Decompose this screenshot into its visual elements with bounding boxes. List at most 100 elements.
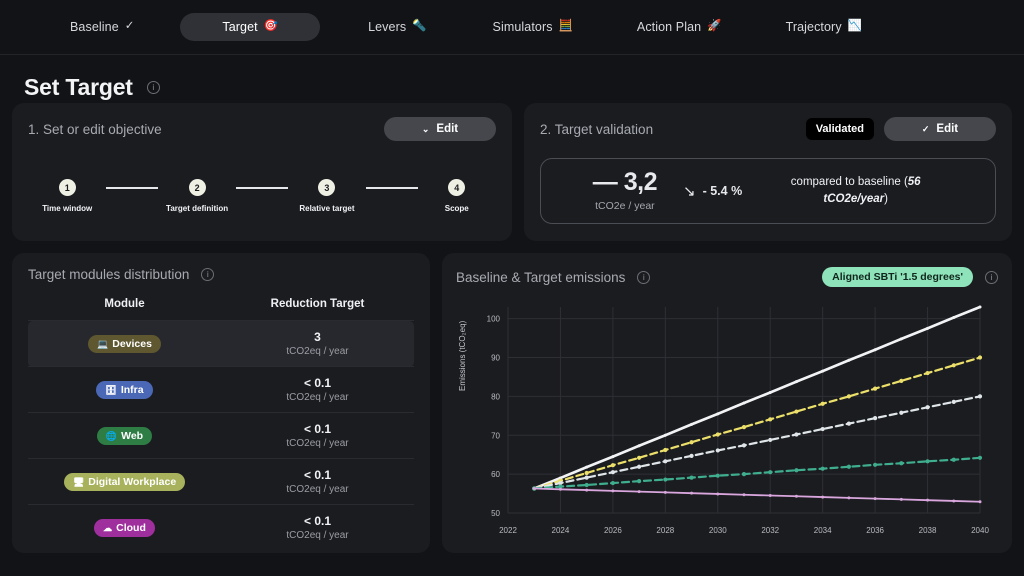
chart-data-point <box>794 468 799 473</box>
table-row[interactable]: 💻 Devices 3 tCO2eq / year <box>28 320 414 367</box>
reduction-cell: < 0.1 tCO2eq / year <box>221 458 414 505</box>
modules-card-header: Target modules distribution i <box>28 267 414 282</box>
table-row[interactable]: 🌐 Web < 0.1 tCO2eq / year <box>28 412 414 459</box>
objective-edit-label: Edit <box>436 123 459 135</box>
page-header: Set Target i <box>0 55 1024 103</box>
chart-data-point <box>584 475 589 480</box>
stepper-step-2-number: 2 <box>188 179 206 196</box>
stepper-step-4[interactable]: 4 Scope <box>418 179 496 213</box>
chart-data-point <box>742 401 746 405</box>
chart-card-title: Baseline & Target emissions <box>456 269 626 285</box>
reduction-unit: tCO2eq / year <box>286 438 349 449</box>
chart-data-point <box>899 410 904 415</box>
modules-table-body: 💻 Devices 3 tCO2eq / year 🗄 Infra < 0.1 … <box>28 320 414 550</box>
reduction-unit: tCO2eq / year <box>286 392 349 403</box>
tab-baseline[interactable]: Baseline ✓ <box>52 13 152 41</box>
stepper-step-1[interactable]: 1 Time window <box>28 179 106 213</box>
chart-data-point <box>637 455 642 460</box>
chart-data-point <box>610 463 615 468</box>
chart-data-point <box>978 500 982 504</box>
bottom-cards-row: Target modules distribution i Module Red… <box>0 253 1024 553</box>
chart-x-tick: 2024 <box>552 526 570 535</box>
stepper-connector <box>366 187 418 189</box>
stepper-connector <box>236 187 288 189</box>
stepper-step-3[interactable]: 3 Relative target <box>288 179 366 213</box>
reduction-cell: < 0.1 tCO2eq / year <box>221 412 414 459</box>
chart-svg: 50 60 70 80 90 100 2022 2024 2026 2028 2030 2032 203… <box>456 295 998 543</box>
chart-data-point <box>952 315 956 319</box>
emissions-chart[interactable]: Emissions (tCO₂eq) 50 60 70 80 90 100 2022 2024… <box>456 295 998 548</box>
chart-data-point <box>899 497 903 501</box>
reduction-cell: < 0.1 tCO2eq / year <box>221 504 414 550</box>
stepper-step-1-label: Time window <box>42 204 93 213</box>
chart-x-tick: 2034 <box>814 526 832 535</box>
module-label: Cloud <box>116 522 146 535</box>
info-icon[interactable]: i <box>637 270 651 284</box>
chart-data-point <box>585 465 589 469</box>
column-header-module: Module <box>104 298 145 310</box>
chart-y-tick: 50 <box>491 509 500 518</box>
chart-data-point <box>899 378 904 383</box>
chart-data-point <box>768 391 772 395</box>
chart-y-tick: 60 <box>491 470 500 479</box>
chart-x-tick: 2032 <box>761 526 779 535</box>
chart-data-point <box>977 455 983 460</box>
chart-data-point <box>715 473 720 478</box>
validation-card-header: 2. Target validation Validated ✓ Edit <box>540 117 996 141</box>
tab-target-label: Target <box>222 20 258 34</box>
chart-data-point <box>846 394 851 399</box>
table-row[interactable]: 🗄 Infra < 0.1 tCO2eq / year <box>28 366 414 413</box>
chart-x-tick: 2028 <box>656 526 674 535</box>
chart-x-tick: 2030 <box>709 526 727 535</box>
stepper-step-3-label: Relative target <box>299 204 355 213</box>
chart-data-point <box>977 394 983 399</box>
chart-data-point <box>663 459 668 464</box>
info-icon[interactable]: i <box>146 80 160 94</box>
stepper-step-2[interactable]: 2 Target definition <box>158 179 236 213</box>
objective-card-header: 1. Set or edit objective ⌄ Edit <box>28 117 496 141</box>
chart-card-header: Baseline & Target emissions i Aligned SB… <box>456 267 998 287</box>
reduction-value: 3 <box>314 330 321 344</box>
module-label: Devices <box>112 338 152 351</box>
chart-data-point <box>873 348 877 352</box>
chart-x-tick: 2022 <box>499 526 517 535</box>
laptop-icon: 💻 <box>97 338 109 349</box>
tab-action-plan[interactable]: Action Plan 🚀 <box>619 13 740 41</box>
tab-levers[interactable]: Levers 🔦 <box>350 13 444 41</box>
module-badge-web[interactable]: 🌐 Web <box>96 427 153 446</box>
module-cell: 🌐 Web <box>28 412 221 459</box>
chart-data-point <box>637 464 642 469</box>
tab-target[interactable]: Target 🎯 <box>180 13 321 41</box>
info-icon[interactable]: i <box>985 270 998 284</box>
module-badge-cloud[interactable]: ☁ Cloud <box>94 519 155 538</box>
table-row[interactable]: 🖥 Digital Workplace < 0.1 tCO2eq / year <box>28 458 414 505</box>
chart-data-point <box>716 492 720 496</box>
chart-data-point <box>821 495 825 499</box>
info-icon[interactable]: i <box>201 268 215 281</box>
objective-edit-button[interactable]: ⌄ Edit <box>384 117 496 141</box>
stepper-step-2-label: Target definition <box>166 204 229 213</box>
module-cell: 💻 Devices <box>28 320 221 367</box>
chart-x-tick: 2040 <box>971 526 989 535</box>
chart-data-point <box>611 489 615 493</box>
chart-data-point <box>951 399 956 404</box>
chart-data-point <box>637 444 641 448</box>
tab-trajectory[interactable]: Trajectory 📉 <box>768 13 880 41</box>
validation-edit-button[interactable]: ✓ Edit <box>884 117 996 141</box>
table-row[interactable]: ☁ Cloud < 0.1 tCO2eq / year <box>28 504 414 550</box>
chart-data-point <box>741 425 747 430</box>
stepper-step-4-number: 4 <box>448 179 466 196</box>
tab-action-plan-label: Action Plan <box>636 20 702 34</box>
chart-data-point <box>820 401 825 406</box>
table-header-row: Module Reduction Target <box>28 298 414 321</box>
chart-data-point <box>925 459 930 464</box>
stepper-connector <box>106 187 158 189</box>
tab-simulators[interactable]: Simulators 🧮 <box>475 13 591 41</box>
chart-data-point <box>952 499 956 503</box>
chart-y-axis-label: Emissions (tCO₂eq) <box>458 320 467 391</box>
module-badge-infra[interactable]: 🗄 Infra <box>96 381 153 400</box>
module-badge-devices[interactable]: 💻 Devices <box>88 335 161 354</box>
tab-baseline-label: Baseline <box>70 20 119 34</box>
reduction-value: < 0.1 <box>303 376 332 390</box>
module-badge-digital-workplace[interactable]: 🖥 Digital Workplace <box>63 473 186 492</box>
